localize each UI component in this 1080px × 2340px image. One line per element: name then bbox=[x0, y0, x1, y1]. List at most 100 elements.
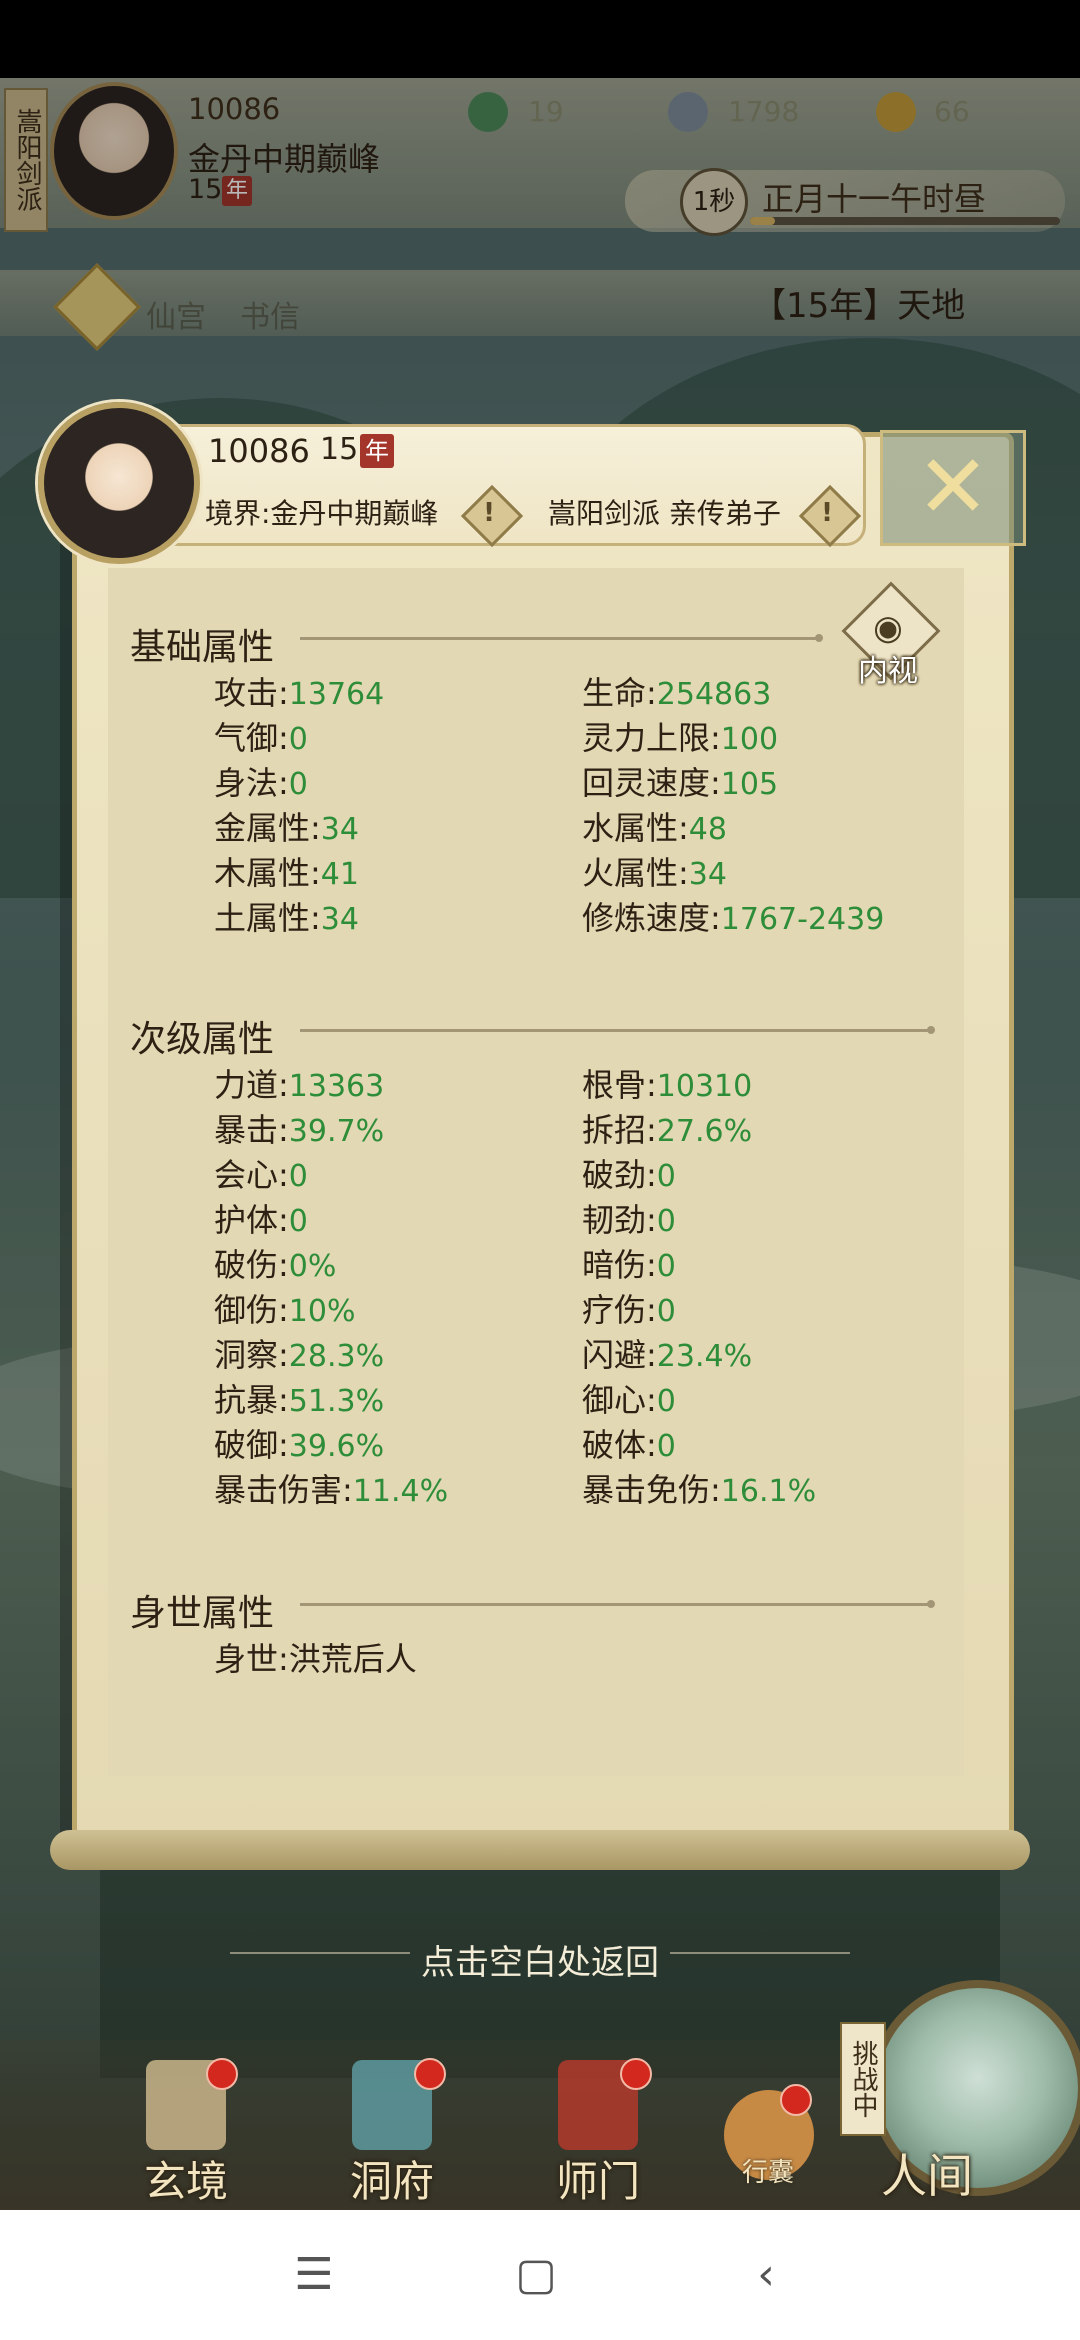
stat-label: 疗伤: bbox=[582, 1291, 657, 1329]
stat-label: 金属性: bbox=[214, 809, 321, 847]
stat-value: 100 bbox=[720, 722, 779, 757]
panel-avatar bbox=[38, 402, 200, 564]
stat-label: 御伤: bbox=[214, 1291, 289, 1329]
realm-label: 境界:金丹中期巅峰 bbox=[205, 497, 439, 530]
stat-value: 0 bbox=[656, 1249, 676, 1284]
stat-value: 0 bbox=[288, 1159, 308, 1194]
stat-label: 身法: bbox=[214, 764, 289, 802]
stat-row: 疗伤:0 bbox=[582, 1285, 676, 1331]
stat-value: 41 bbox=[320, 857, 359, 892]
stat-row: 护体:0 bbox=[214, 1195, 308, 1241]
stat-value: 48 bbox=[688, 812, 727, 847]
panel-player-id: 10086 bbox=[208, 432, 310, 470]
stat-value: 34 bbox=[320, 812, 359, 847]
stat-row: 破伤:0% bbox=[214, 1240, 336, 1286]
stat-label: 火属性: bbox=[582, 854, 689, 892]
stat-label: 会心: bbox=[214, 1156, 289, 1194]
stat-label: 破劲: bbox=[582, 1156, 657, 1194]
back-icon[interactable]: ‹ bbox=[736, 2245, 796, 2305]
stat-label: 攻击: bbox=[214, 674, 289, 712]
scroll-roll bbox=[50, 1830, 1030, 1870]
stat-value: 28.3% bbox=[288, 1339, 385, 1374]
stat-row: 身法:0 bbox=[214, 758, 308, 804]
stat-label: 韧劲: bbox=[582, 1201, 657, 1239]
stat-row: 抗暴:51.3% bbox=[214, 1375, 384, 1421]
stat-value: 27.6% bbox=[656, 1114, 753, 1149]
stat-label: 身世: bbox=[214, 1640, 289, 1678]
stat-row: 修炼速度:1767-2439 bbox=[582, 893, 884, 939]
panel-age-badge: 年 bbox=[360, 434, 394, 468]
inner-view-button[interactable]: ◉ 内视 bbox=[841, 581, 941, 689]
stat-value: 11.4% bbox=[352, 1474, 449, 1509]
stat-label: 根骨: bbox=[582, 1066, 657, 1104]
stat-value: 0 bbox=[656, 1294, 676, 1329]
stat-value: 39.6% bbox=[288, 1429, 385, 1464]
notification-dot bbox=[206, 2058, 238, 2090]
stat-value: 0 bbox=[656, 1429, 676, 1464]
challenge-tag[interactable]: 挑战中 bbox=[840, 2022, 886, 2136]
stat-label: 暴击免伤: bbox=[582, 1471, 721, 1509]
nav-label: 师门 bbox=[555, 2157, 640, 2206]
inner-view-label: 内视 bbox=[858, 654, 918, 689]
stat-value: 105 bbox=[720, 767, 779, 802]
stat-row: 破劲:0 bbox=[582, 1150, 676, 1196]
section-title-background: 身世属性 bbox=[130, 1593, 275, 1634]
dismiss-hint[interactable]: 点击空白处返回 bbox=[0, 1935, 1080, 1984]
stat-value: 1767-2439 bbox=[720, 902, 885, 937]
section-title-basic: 基础属性 bbox=[130, 627, 275, 668]
stat-value: 254863 bbox=[656, 677, 772, 712]
stat-label: 闪避: bbox=[582, 1336, 657, 1374]
stat-value: 10% bbox=[288, 1294, 356, 1329]
stat-value: 洪荒后人 bbox=[288, 1640, 417, 1678]
stat-row: 攻击:13764 bbox=[214, 668, 384, 714]
notification-dot bbox=[414, 2058, 446, 2090]
stat-row: 木属性:41 bbox=[214, 848, 359, 894]
stat-label: 抗暴: bbox=[214, 1381, 289, 1419]
close-button[interactable]: ✕ bbox=[880, 430, 1026, 546]
stat-label: 破伤: bbox=[214, 1246, 289, 1284]
status-bar bbox=[0, 0, 1080, 78]
stat-row: 破体:0 bbox=[582, 1420, 676, 1466]
stat-label: 修炼速度: bbox=[582, 899, 721, 937]
stat-value: 23.4% bbox=[656, 1339, 753, 1374]
stat-row: 生命:254863 bbox=[582, 668, 771, 714]
stat-value: 0% bbox=[288, 1249, 337, 1284]
stat-value: 0 bbox=[656, 1159, 676, 1194]
stat-label: 气御: bbox=[214, 719, 289, 757]
notification-dot bbox=[780, 2084, 812, 2116]
section-divider bbox=[300, 634, 823, 642]
stat-label: 暗伤: bbox=[582, 1246, 657, 1284]
stat-value: 51.3% bbox=[288, 1384, 385, 1419]
eye-icon: ◉ bbox=[873, 608, 903, 648]
stat-label: 护体: bbox=[214, 1201, 289, 1239]
stat-row: 灵力上限:100 bbox=[582, 713, 778, 759]
world-label: 人间 bbox=[881, 2149, 973, 2203]
stat-label: 力道: bbox=[214, 1066, 289, 1104]
nav-label: 洞府 bbox=[349, 2157, 434, 2206]
stat-value: 0 bbox=[656, 1204, 676, 1239]
stat-label: 破御: bbox=[214, 1426, 289, 1464]
stat-label: 破体: bbox=[582, 1426, 657, 1464]
stat-row: 拆招:27.6% bbox=[582, 1105, 752, 1151]
panel-player-age: 15 bbox=[320, 432, 359, 467]
exclamation-icon: ! bbox=[483, 498, 495, 528]
stat-row: 气御:0 bbox=[214, 713, 308, 759]
stat-row: 御伤:10% bbox=[214, 1285, 355, 1331]
stat-label: 木属性: bbox=[214, 854, 321, 892]
section-divider bbox=[300, 1600, 935, 1608]
exclamation-icon: ! bbox=[821, 498, 833, 528]
stat-row: 力道:13363 bbox=[214, 1060, 384, 1106]
stat-row: 御心:0 bbox=[582, 1375, 676, 1421]
stat-label: 回灵速度: bbox=[582, 764, 721, 802]
stat-value: 13363 bbox=[288, 1069, 385, 1104]
notification-dot bbox=[620, 2058, 652, 2090]
menu-icon[interactable]: ☰ bbox=[284, 2245, 344, 2305]
stat-value: 34 bbox=[688, 857, 727, 892]
stat-row: 暗伤:0 bbox=[582, 1240, 676, 1286]
stat-row: 水属性:48 bbox=[582, 803, 727, 849]
home-icon[interactable]: ▢ bbox=[506, 2245, 566, 2305]
sect-label: 嵩阳剑派 亲传弟子 bbox=[548, 497, 781, 530]
stat-label: 暴击: bbox=[214, 1111, 289, 1149]
stat-row: 闪避:23.4% bbox=[582, 1330, 752, 1376]
stat-row: 回灵速度:105 bbox=[582, 758, 778, 804]
